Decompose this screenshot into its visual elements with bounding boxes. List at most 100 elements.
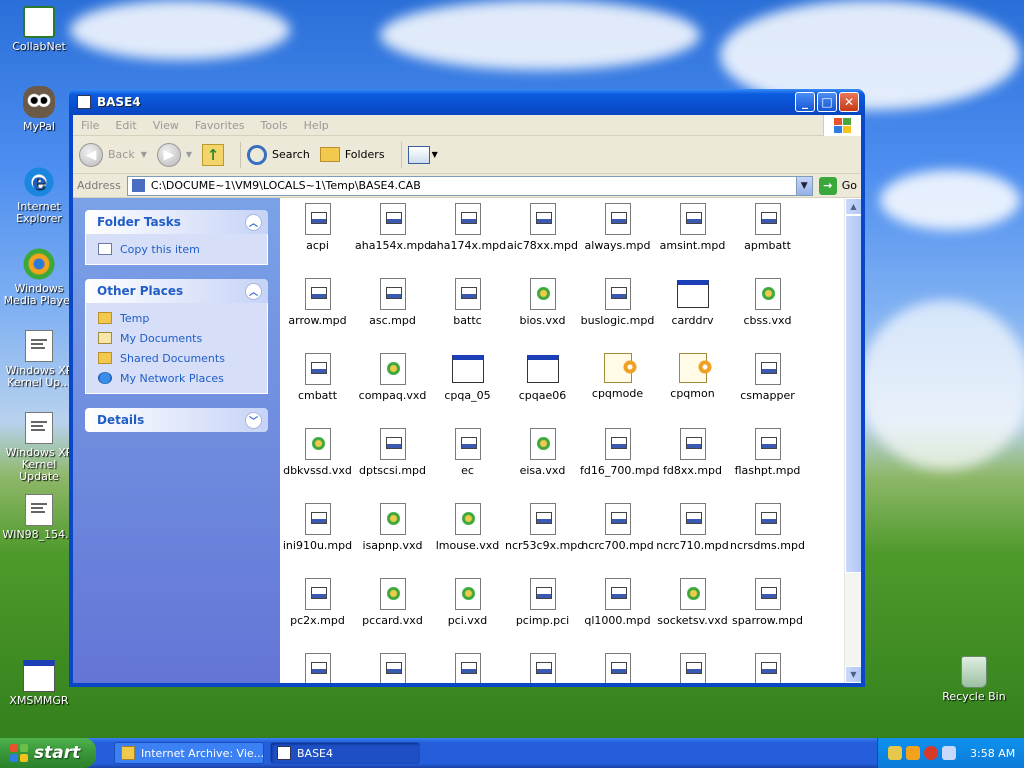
desktop-icon-xmsmmgr[interactable]: XMSMMGR (1, 660, 77, 707)
file-item[interactable]: acpi (280, 203, 355, 252)
desktop-icon-recycle-bin[interactable]: Recycle Bin (936, 656, 1012, 703)
other-places-header[interactable]: Other Places ︿ (85, 279, 268, 303)
desktop-icon-mypal[interactable]: MyPal (1, 86, 77, 133)
taskbar-item-internet-archive[interactable]: Internet Archive: Vie... (114, 742, 264, 764)
file-item[interactable] (280, 653, 355, 683)
file-item[interactable]: cpqae06 (505, 353, 580, 402)
security-alert-icon[interactable] (924, 746, 938, 760)
file-item[interactable] (430, 653, 505, 683)
desktop-icon-collabnet[interactable]: CollabNet (1, 6, 77, 53)
place-my-network-places[interactable]: My Network Places (98, 371, 255, 385)
file-item[interactable]: cmbatt (280, 353, 355, 402)
scroll-up-arrow-icon[interactable]: ▲ (845, 198, 861, 215)
file-item[interactable]: ncrc700.mpd (580, 503, 655, 552)
file-item[interactable]: ncr53c9x.mpd (505, 503, 584, 552)
address-dropdown-icon[interactable]: ▼ (795, 176, 812, 195)
minimize-button[interactable]: _ (795, 92, 815, 112)
start-button[interactable]: start (0, 738, 96, 768)
file-item[interactable]: arrow.mpd (280, 278, 355, 327)
file-item[interactable]: apmbatt (730, 203, 805, 252)
file-item[interactable]: sparrow.mpd (730, 578, 805, 627)
folder-tasks-header[interactable]: Folder Tasks ︿ (85, 210, 268, 234)
file-item[interactable]: flashpt.mpd (730, 428, 805, 477)
menu-file[interactable]: File (73, 119, 107, 132)
network-tray-icon[interactable] (888, 746, 902, 760)
desktop-icon-kernel-update-1[interactable]: Windows XP Kernel Up... (1, 330, 77, 389)
folders-button[interactable]: Folders (319, 147, 385, 162)
file-item[interactable]: pci.vxd (430, 578, 505, 627)
views-button[interactable]: ▼ (407, 145, 438, 164)
menu-edit[interactable]: Edit (107, 119, 144, 132)
file-item[interactable]: aha174x.mpd (430, 203, 506, 252)
go-button[interactable]: → Go (818, 176, 857, 195)
back-button[interactable]: ◀ Back ▼ (79, 142, 147, 167)
expand-chevron-icon[interactable]: ﹀ (245, 411, 262, 429)
back-dropdown-icon[interactable]: ▼ (141, 150, 147, 159)
file-item[interactable]: cpqa_05 (430, 353, 505, 402)
file-item[interactable] (505, 653, 580, 683)
file-item[interactable]: dbkvssd.vxd (280, 428, 355, 477)
volume-icon[interactable] (942, 746, 956, 760)
scroll-down-arrow-icon[interactable]: ▼ (845, 666, 861, 683)
file-item[interactable]: compaq.vxd (355, 353, 430, 402)
place-shared-documents[interactable]: Shared Documents (98, 351, 255, 365)
scrollbar-thumb[interactable] (845, 215, 861, 573)
file-item[interactable]: ec (430, 428, 505, 477)
file-item[interactable]: lmouse.vxd (430, 503, 505, 552)
close-button[interactable]: ✕ (839, 92, 859, 112)
taskbar-item-base4[interactable]: BASE4 (270, 742, 420, 764)
file-item[interactable]: always.mpd (580, 203, 655, 252)
file-item[interactable]: asc.mpd (355, 278, 430, 327)
clock[interactable]: 3:58 AM (970, 747, 1015, 760)
file-item[interactable]: ini910u.mpd (280, 503, 355, 552)
file-item[interactable]: cbss.vxd (730, 278, 805, 327)
file-item[interactable] (355, 653, 430, 683)
file-item[interactable]: eisa.vxd (505, 428, 580, 477)
file-item[interactable]: aha154x.mpd (355, 203, 431, 252)
file-item[interactable]: battc (430, 278, 505, 327)
search-button[interactable]: Search (247, 144, 310, 165)
file-item[interactable] (730, 653, 805, 683)
file-item[interactable]: dptscsi.mpd (355, 428, 430, 477)
menu-help[interactable]: Help (296, 119, 337, 132)
collapse-chevron-icon[interactable]: ︿ (245, 213, 262, 231)
file-item[interactable]: pccard.vxd (355, 578, 430, 627)
file-item[interactable]: buslogic.mpd (580, 278, 655, 327)
file-item[interactable]: fd16_700.mpd (580, 428, 660, 477)
file-item[interactable]: carddrv (655, 278, 730, 327)
menu-tools[interactable]: Tools (253, 119, 296, 132)
details-header[interactable]: Details ﹀ (85, 408, 268, 432)
file-item[interactable]: ncrsdms.mpd (730, 503, 805, 552)
file-item[interactable] (580, 653, 655, 683)
file-item[interactable]: cpqmon (655, 353, 730, 400)
file-item[interactable]: ql1000.mpd (580, 578, 655, 627)
file-item[interactable] (655, 653, 730, 683)
vertical-scrollbar[interactable]: ▲ ▼ (844, 198, 861, 683)
task-copy-this-item[interactable]: Copy this item (98, 242, 255, 256)
place-my-documents[interactable]: My Documents (98, 331, 255, 345)
up-folder-button[interactable]: ↑ (202, 143, 225, 166)
file-item[interactable]: isapnp.vxd (355, 503, 430, 552)
file-item[interactable]: csmapper (730, 353, 805, 402)
security-shield-icon[interactable] (906, 746, 920, 760)
explorer-window[interactable]: BASE4 _ □ ✕ File Edit View Favorites Too… (69, 89, 865, 687)
place-temp[interactable]: Temp (98, 311, 255, 325)
file-item[interactable]: aic78xx.mpd (505, 203, 580, 252)
file-item[interactable]: ncrc710.mpd (655, 503, 730, 552)
file-list[interactable]: ▲ ▼ acpi aha154x.mpd aha174x.mpd aic78xx.mp… (280, 198, 861, 683)
desktop-icon-kernel-update-2[interactable]: Windows XP Kernel Update (1, 412, 77, 483)
menu-view[interactable]: View (145, 119, 187, 132)
maximize-button[interactable]: □ (817, 92, 837, 112)
file-item[interactable]: fd8xx.mpd (655, 428, 730, 477)
file-item[interactable]: bios.vxd (505, 278, 580, 327)
file-item[interactable]: pcimp.pci (505, 578, 580, 627)
file-item[interactable]: amsint.mpd (655, 203, 730, 252)
desktop-icon-windows-media-player[interactable]: Windows Media Player (1, 248, 77, 307)
desktop-icon-internet-explorer[interactable]: e Internet Explorer (1, 166, 77, 225)
forward-dropdown-icon[interactable]: ▼ (186, 150, 192, 159)
title-bar[interactable]: BASE4 _ □ ✕ (69, 89, 865, 115)
forward-button[interactable]: ▶ ▼ (156, 142, 192, 167)
file-item[interactable]: pc2x.mpd (280, 578, 355, 627)
address-input[interactable]: C:\DOCUME~1\VM9\LOCALS~1\Temp\BASE4.CAB … (126, 175, 813, 196)
menu-favorites[interactable]: Favorites (187, 119, 253, 132)
